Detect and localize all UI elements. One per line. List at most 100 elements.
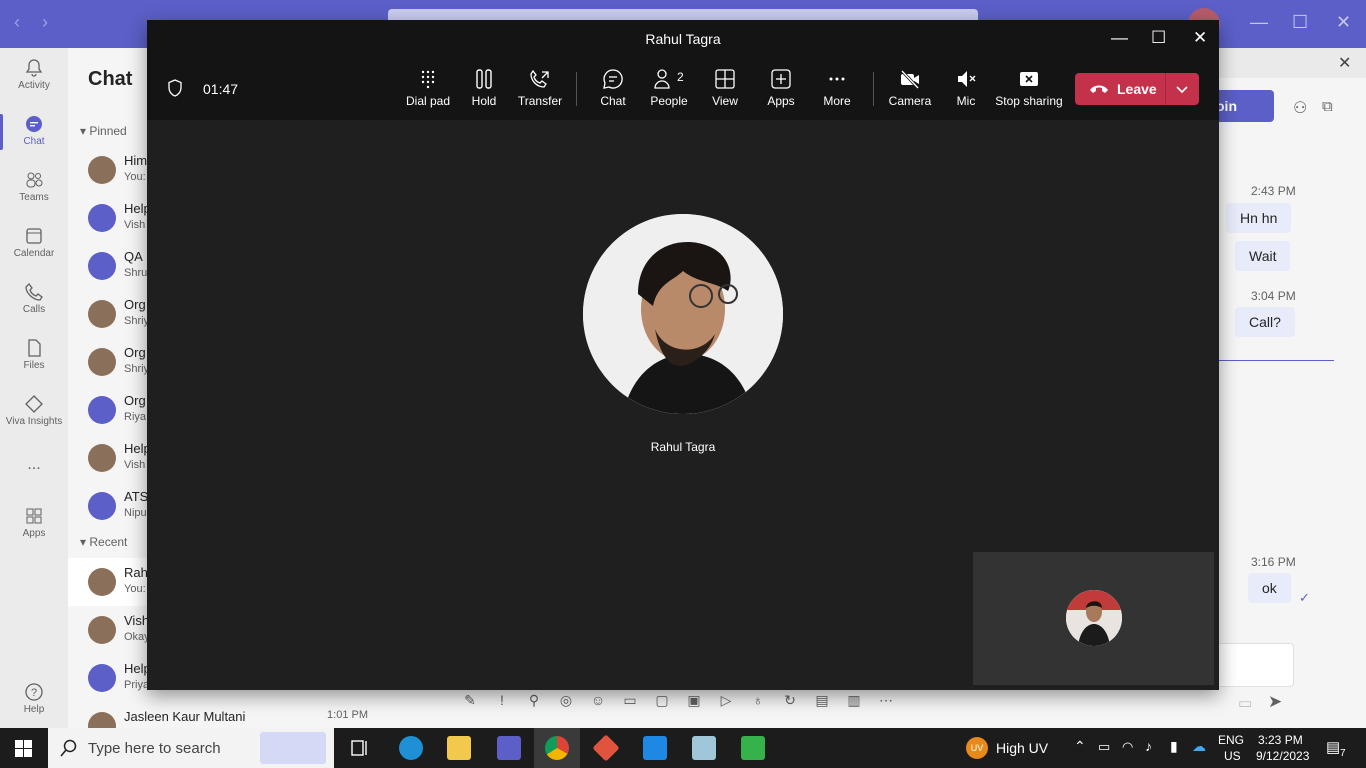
language-code[interactable]: ENG — [1218, 733, 1244, 747]
transfer-icon — [530, 69, 549, 88]
chevron-up-icon[interactable]: ⌃ — [1074, 738, 1086, 755]
git-icon[interactable] — [592, 734, 620, 762]
rail-chat[interactable]: Chat — [0, 114, 68, 150]
attach-icon[interactable]: ⚲ — [524, 692, 544, 714]
add-people-icon[interactable]: ⚇ — [1293, 98, 1307, 118]
viva-icon — [25, 395, 43, 413]
pinned-section-label[interactable]: ▾ Pinned — [80, 124, 127, 138]
participant-name: Rahul Tagra — [650, 440, 716, 454]
emoji-icon[interactable]: ☺ — [588, 692, 608, 714]
popout-icon[interactable]: ⧉ — [1322, 98, 1333, 115]
priority-icon[interactable]: ! — [492, 692, 512, 714]
leave-divider — [1165, 73, 1166, 105]
more-button[interactable]: More — [809, 68, 865, 108]
edge-icon[interactable] — [399, 736, 423, 760]
forms-icon[interactable]: ▥ — [844, 692, 864, 714]
message-composer[interactable] — [1210, 643, 1294, 687]
windows-start-icon[interactable] — [15, 740, 32, 757]
chevron-down-icon[interactable] — [1175, 82, 1189, 96]
participant-avatar[interactable] — [583, 214, 783, 414]
refresh-icon[interactable]: ↻ — [780, 692, 800, 714]
chat-row[interactable]: Jasleen Kaur Multani 1:01 PM — [68, 702, 388, 728]
maximize-icon[interactable]: ☐ — [1151, 28, 1166, 48]
rail-calls[interactable]: Calls — [0, 282, 68, 315]
message-bubble[interactable]: Hn hn — [1226, 203, 1292, 233]
task-view-icon[interactable] — [350, 738, 370, 758]
more-options-icon[interactable]: ⋯ — [876, 692, 896, 714]
file-explorer-icon[interactable] — [447, 736, 471, 760]
rail-teams[interactable]: Teams — [0, 170, 68, 203]
notepad-icon[interactable] — [692, 736, 716, 760]
shield-icon[interactable] — [167, 79, 183, 97]
maximize-icon[interactable]: ☐ — [1292, 12, 1308, 33]
app-s-icon[interactable] — [643, 736, 667, 760]
media-player-icon[interactable] — [741, 736, 765, 760]
message-time: 3:16 PM — [1251, 555, 1296, 569]
mic-button[interactable]: Mic — [938, 68, 994, 108]
praise-icon[interactable]: ♁ — [748, 692, 768, 714]
minimize-icon[interactable]: — — [1250, 12, 1268, 33]
wifi-icon[interactable]: ◠ — [1122, 739, 1133, 755]
format-icon[interactable]: ✎ — [460, 692, 480, 714]
minimize-icon[interactable]: — — [1111, 28, 1128, 48]
chat-button[interactable]: Chat — [585, 68, 641, 108]
rail-more[interactable]: ... — [0, 456, 68, 474]
rail-help[interactable]: ? Help — [0, 682, 68, 715]
stream-icon[interactable]: ▷ — [716, 692, 736, 714]
message-bubble[interactable]: ok — [1248, 573, 1291, 603]
video-clip-icon[interactable]: ▭ — [1238, 694, 1252, 712]
loop-icon[interactable]: ◎ — [556, 692, 576, 714]
search-icon — [60, 739, 77, 757]
transfer-button[interactable]: Transfer — [512, 68, 568, 108]
schedule-meeting-icon[interactable]: ▣ — [684, 692, 704, 714]
message-bubble[interactable]: Call? — [1235, 307, 1295, 337]
leave-button[interactable]: Leave — [1075, 73, 1199, 105]
view-button[interactable]: View — [697, 68, 753, 108]
close-icon[interactable]: ✕ — [1336, 12, 1351, 33]
rail-calendar[interactable]: Calendar — [0, 226, 68, 259]
sticker-icon[interactable]: ▢ — [652, 692, 672, 714]
rail-viva-insights[interactable]: Viva Insights — [0, 394, 68, 427]
clock-time[interactable]: 3:23 PM — [1258, 733, 1303, 747]
back-arrow-icon[interactable]: ‹ — [14, 12, 20, 33]
rail-files[interactable]: Files — [0, 338, 68, 371]
people-icon — [654, 69, 670, 89]
rail-activity[interactable]: Activity — [0, 58, 68, 91]
microphone-icon[interactable]: ▮ — [1170, 738, 1178, 755]
taskbar-search[interactable]: Type here to search — [48, 728, 334, 768]
clipboard-icon[interactable]: ▤ — [812, 692, 832, 714]
self-photo — [1066, 590, 1122, 646]
message-bubble[interactable]: Wait — [1235, 241, 1291, 271]
phone-icon — [25, 283, 43, 301]
apps-button[interactable]: Apps — [753, 68, 809, 108]
toolbar-divider — [873, 72, 874, 106]
teams-taskbar-icon[interactable] — [497, 736, 521, 760]
forward-arrow-icon[interactable]: › — [42, 12, 48, 33]
volume-icon[interactable]: ♪ — [1145, 738, 1152, 754]
weather-text[interactable]: High UV — [996, 740, 1048, 756]
notification-icon[interactable]: ▤ — [1326, 738, 1340, 756]
recent-section-label[interactable]: ▾ Recent — [80, 535, 127, 549]
people-button[interactable]: 2 People — [641, 68, 697, 108]
stop-sharing-button[interactable]: Stop sharing — [995, 68, 1063, 108]
close-panel-icon[interactable]: ✕ — [1338, 53, 1351, 73]
camera-off-icon — [900, 69, 920, 90]
svg-text:?: ? — [31, 687, 37, 699]
compose-toolbar: ✎ ! ⚲ ◎ ☺ ▭ ▢ ▣ ▷ ♁ ↻ ▤ ▥ ⋯ — [460, 692, 896, 714]
dial-pad-button[interactable]: Dial pad — [400, 68, 456, 108]
self-view-tile[interactable] — [973, 552, 1214, 685]
uv-icon[interactable]: UV — [966, 737, 988, 759]
battery-icon[interactable]: ▭ — [1098, 739, 1110, 755]
onedrive-icon[interactable]: ☁ — [1192, 738, 1206, 755]
send-icon[interactable]: ➤ — [1268, 692, 1282, 712]
chrome-icon[interactable] — [545, 736, 569, 760]
meeting-window: Rahul Tagra — ☐ ✕ 01:47 Dial pad Hold Tr… — [147, 20, 1219, 690]
close-icon[interactable]: ✕ — [1193, 28, 1207, 48]
gif-icon[interactable]: ▭ — [620, 692, 640, 714]
join-button[interactable]: oin — [1210, 90, 1274, 122]
camera-button[interactable]: Camera — [882, 68, 938, 108]
rail-apps[interactable]: Apps — [0, 506, 68, 539]
hold-button[interactable]: Hold — [456, 68, 512, 108]
avatar — [88, 396, 116, 424]
hang-up-icon — [1090, 85, 1108, 93]
